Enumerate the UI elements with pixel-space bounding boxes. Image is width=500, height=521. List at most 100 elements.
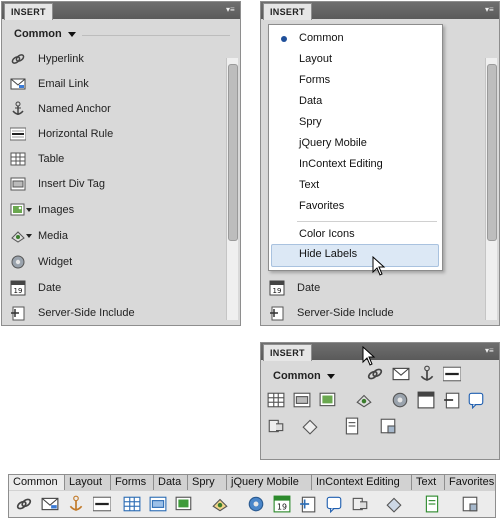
menu-item-text[interactable]: Text [299, 179, 319, 191]
tab-spry[interactable]: Spry [188, 475, 227, 490]
tab-data[interactable]: Data [154, 475, 188, 490]
chevron-down-icon [67, 31, 76, 37]
tab-common[interactable]: Common [9, 475, 65, 490]
named-anchor-icon[interactable] [67, 495, 85, 513]
category-dropdown[interactable]: Common [14, 28, 76, 40]
email-link-icon[interactable] [41, 495, 59, 513]
panel-tab-insert[interactable]: INSERT [4, 3, 53, 20]
tab-layout[interactable]: Layout [65, 475, 111, 490]
menu-item-favorites[interactable]: Favorites [299, 200, 344, 212]
item-label: Table [38, 153, 65, 165]
table-icon[interactable] [267, 391, 285, 409]
horizontal-rule-icon [9, 126, 27, 142]
scrollbar-thumb[interactable] [228, 64, 238, 241]
hyperlink-icon[interactable] [15, 495, 33, 513]
panel-menu-icon[interactable]: ▾≡ [485, 5, 495, 15]
image-icon[interactable] [175, 495, 193, 513]
tab-text[interactable]: Text [412, 475, 445, 490]
widget-icon[interactable] [247, 495, 265, 513]
scrollbar[interactable] [485, 58, 497, 320]
item-label: Media [38, 230, 68, 242]
insert-item-hyperlink[interactable]: Hyperlink [10, 49, 84, 69]
image-icon[interactable] [319, 391, 337, 409]
insert-tabbar: Common Layout Forms Data Spry jQuery Mob… [8, 474, 496, 492]
menu-item-jquery-mobile[interactable]: jQuery Mobile [299, 137, 367, 149]
div-tag-icon[interactable] [149, 495, 167, 513]
menu-item-layout[interactable]: Layout [299, 53, 332, 65]
insert-item-table[interactable]: Table [10, 149, 64, 169]
date-icon[interactable]: 19 [273, 495, 291, 513]
tag-chooser-icon[interactable] [461, 495, 479, 513]
category-menu: Common Layout Forms Data Spry jQuery Mob… [268, 24, 443, 271]
insert-iconbar: 19 [8, 491, 496, 518]
menu-item-spry[interactable]: Spry [299, 116, 322, 128]
insert-item-server-side-include[interactable]: Server-Side Include [269, 303, 394, 323]
media-icon[interactable] [355, 391, 373, 409]
head-icon[interactable] [267, 417, 285, 435]
head-icon[interactable] [351, 495, 369, 513]
comment-icon[interactable] [325, 495, 343, 513]
horizontal-rule-icon[interactable] [93, 495, 111, 513]
script-icon[interactable] [385, 495, 403, 513]
dropdown-arrow-icon [26, 208, 32, 212]
ssi-icon [269, 305, 285, 321]
panel-tab-insert[interactable]: INSERT [263, 3, 312, 20]
comment-icon[interactable] [467, 391, 485, 409]
scrollbar[interactable] [226, 58, 238, 320]
widget-icon[interactable] [391, 391, 409, 409]
date-icon: 19 [10, 280, 26, 296]
templates-icon[interactable] [423, 495, 441, 513]
menu-item-data[interactable]: Data [299, 95, 322, 107]
email-link-icon [10, 76, 26, 92]
date-icon[interactable] [417, 391, 435, 409]
menu-item-forms[interactable]: Forms [299, 74, 330, 86]
table-icon [10, 151, 26, 167]
div-tag-icon[interactable] [293, 391, 311, 409]
templates-icon[interactable] [343, 417, 361, 435]
ssi-icon[interactable] [299, 495, 317, 513]
insert-item-named-anchor[interactable]: Named Anchor [10, 99, 111, 119]
image-icon [10, 202, 32, 218]
table-icon[interactable] [123, 495, 141, 513]
panel-menu-icon[interactable]: ▾≡ [226, 5, 236, 15]
tab-incontext-editing[interactable]: InContext Editing [312, 475, 412, 490]
panel-titlebar: INSERT ▾≡ [261, 2, 499, 20]
ssi-icon[interactable] [443, 391, 461, 409]
insert-item-media[interactable]: Media [10, 226, 68, 246]
panel-titlebar: INSERT ▾≡ [2, 2, 240, 20]
insert-item-widget[interactable]: Widget [10, 252, 72, 272]
hyperlink-icon[interactable] [366, 365, 384, 383]
script-icon[interactable] [301, 417, 319, 435]
category-dropdown[interactable]: Common [273, 370, 335, 382]
tab-jquery-mobile[interactable]: jQuery Mobile [227, 475, 312, 490]
chevron-down-icon [326, 373, 335, 379]
tab-favorites[interactable]: Favorites [445, 475, 496, 490]
menu-item-color-icons[interactable]: Color Icons [299, 228, 355, 240]
menu-item-common[interactable]: Common [299, 32, 344, 44]
menu-item-hide-labels[interactable]: Hide Labels [299, 248, 357, 260]
media-icon[interactable] [211, 495, 229, 513]
named-anchor-icon[interactable] [418, 365, 436, 383]
item-label: Images [38, 204, 75, 216]
scrollbar-thumb[interactable] [487, 64, 497, 241]
insert-item-div-tag[interactable]: Insert Div Tag [10, 174, 105, 194]
horizontal-rule-icon[interactable] [443, 365, 461, 383]
insert-item-date[interactable]: 19 Date [269, 278, 320, 298]
tag-chooser-icon[interactable] [379, 417, 397, 435]
insert-item-server-side-include[interactable]: Server-Side Include [10, 303, 135, 323]
insert-item-images[interactable]: Images [10, 200, 74, 220]
insert-item-date[interactable]: 19 Date [10, 278, 61, 298]
menu-item-incontext-editing[interactable]: InContext Editing [299, 158, 383, 170]
email-link-icon[interactable] [392, 365, 410, 383]
panel-menu-icon[interactable]: ▾≡ [485, 346, 495, 356]
item-label: Server-Side Include [38, 307, 135, 319]
insert-panel-compact: INSERT ▾≡ Common [260, 342, 500, 460]
tab-forms[interactable]: Forms [111, 475, 154, 490]
category-label: Common [14, 28, 62, 40]
item-label: Email Link [38, 78, 89, 90]
insert-item-horizontal-rule[interactable]: Horizontal Rule [9, 124, 113, 144]
insert-item-email-link[interactable]: Email Link [10, 74, 89, 94]
item-label: Widget [38, 256, 73, 268]
named-anchor-icon [10, 101, 26, 117]
panel-tab-insert[interactable]: INSERT [263, 344, 312, 361]
